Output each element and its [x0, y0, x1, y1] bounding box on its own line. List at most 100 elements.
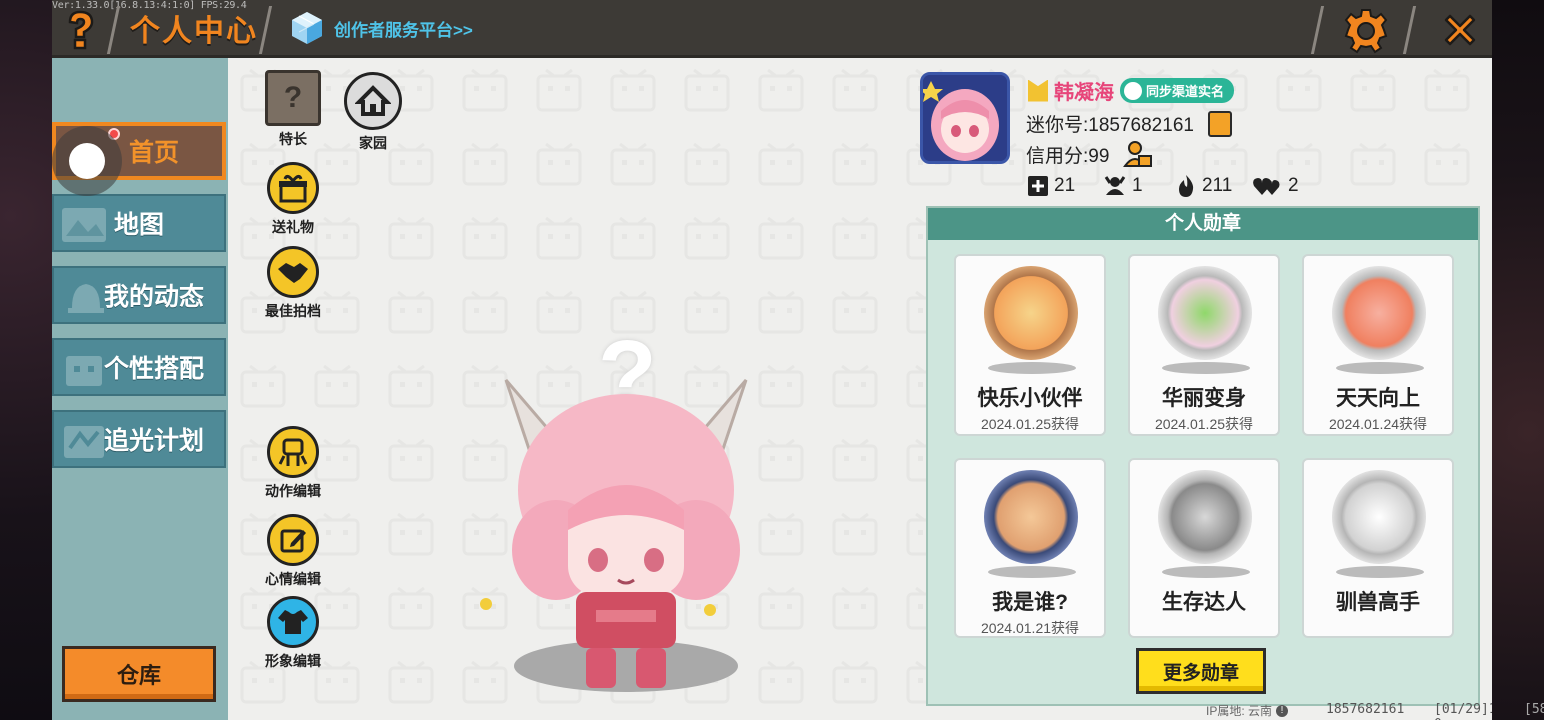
medal-name: 驯兽高手 [1336, 591, 1420, 614]
help-button[interactable] [58, 8, 102, 52]
best-partner-label: 最佳拍档 [265, 303, 321, 319]
plus-icon [1028, 176, 1048, 196]
mini-id-row: 迷你号:1857682161 [1026, 110, 1232, 137]
credit-person-icon[interactable] [1123, 140, 1153, 168]
medal-card[interactable]: 快乐小伙伴 2024.01.25获得 [954, 254, 1106, 436]
top-bar: Ver:1.33.0[16.8.13:4:1:0] FPS:29.4 个人中心 … [52, 0, 1492, 58]
bear-friends-medal-icon [984, 266, 1078, 360]
clothing-icon [267, 596, 319, 648]
stat-value: 21 [1054, 175, 1076, 196]
fan-icon [1104, 176, 1126, 195]
map-icon [62, 208, 106, 242]
character-sprite [480, 379, 748, 688]
sidebar-item-outfit[interactable]: 个性搭配 [52, 338, 226, 396]
calendar-medal-icon [1332, 266, 1426, 360]
stat-value: 2 [1287, 175, 1299, 196]
warehouse-label: 仓库 [116, 663, 161, 688]
page-title: 个人中心 [130, 15, 258, 48]
character-model[interactable]: ? [476, 320, 776, 696]
sidebar-item-label: 我的动态 [103, 283, 204, 311]
flame-icon [1178, 175, 1194, 197]
header-divider [106, 6, 121, 54]
gift-button[interactable]: 送礼物 [258, 162, 328, 237]
more-medals-button[interactable]: 更多勋章 [1136, 648, 1266, 694]
medal-card[interactable]: 驯兽高手 [1302, 458, 1454, 638]
medal-card[interactable]: 我是谁? 2024.01.21获得 [954, 458, 1106, 638]
header-divider [258, 6, 273, 54]
best-partner-button[interactable]: 最佳拍档 [258, 246, 328, 321]
action-edit-button[interactable]: 动作编辑 [258, 426, 328, 501]
medal-shadow [1162, 566, 1250, 578]
handshake-icon [267, 246, 319, 298]
avatar[interactable] [920, 72, 1010, 164]
medal-name: 生存达人 [1162, 591, 1246, 614]
footer-datetime: [01/29]13:04 0 [1434, 702, 1492, 720]
question-box-icon: ? [265, 70, 321, 126]
stat-friends: 2 [1252, 174, 1328, 198]
id-card-medal-icon [984, 470, 1078, 564]
avatar-portrait [923, 75, 1007, 161]
avatar-edit-button[interactable]: 形象编辑 [258, 596, 328, 671]
medal-name: 快乐小伙伴 [977, 387, 1083, 410]
settings-button[interactable] [1342, 6, 1390, 54]
medal-card[interactable]: 华丽变身 2024.01.25获得 [1128, 254, 1280, 436]
dino-costume-medal-icon [1158, 266, 1252, 360]
mini-id: 迷你号:1857682161 [1026, 115, 1194, 136]
header-divider [1402, 6, 1417, 54]
realname-sync-badge[interactable]: 同步渠道实名 [1120, 78, 1235, 103]
medal-name: 天天向上 [1336, 387, 1420, 410]
stat-value: 1 [1132, 175, 1143, 196]
info-icon[interactable]: ! [1276, 704, 1289, 717]
sidebar-item-label: 个性搭配 [103, 355, 204, 383]
cube-icon [292, 12, 322, 44]
ip-location: IP属地: 云南 ! [1206, 702, 1289, 719]
gear-icon [1344, 9, 1388, 54]
sidebar-item-map[interactable]: 地图 [52, 194, 226, 252]
edit-pencil-icon [267, 514, 319, 566]
sidebar-item-label: 追光计划 [103, 427, 204, 455]
background-left [0, 0, 52, 720]
medal-shadow [988, 566, 1076, 578]
mood-edit-label: 心情编辑 [265, 571, 321, 587]
medal-card[interactable]: 生存达人 [1128, 458, 1280, 638]
gift-icon [267, 162, 319, 214]
medal-date: 2024.01.25获得 [1154, 416, 1254, 432]
touch-indicator [52, 126, 122, 196]
plan-icon [64, 426, 104, 458]
stat-popularity: 211 [1176, 174, 1252, 198]
mood-edit-button[interactable]: 心情编辑 [258, 514, 328, 589]
close-x-icon [1444, 14, 1476, 46]
hearts-icon [1253, 178, 1280, 195]
medal-shadow [988, 362, 1076, 374]
home-garden-label: 家园 [359, 135, 387, 151]
medal-name: 我是谁? [992, 591, 1068, 614]
action-icon [267, 426, 319, 478]
avatar-edit-label: 形象编辑 [265, 653, 321, 669]
medal-name: 华丽变身 [1162, 387, 1246, 410]
skill-label: 特长 [279, 131, 307, 147]
outfit-icon [66, 356, 102, 386]
medal-date: 2024.01.25获得 [980, 416, 1080, 432]
bell-icon [68, 284, 104, 313]
realname-sync-label: 同步渠道实名 [1146, 84, 1225, 99]
creator-platform-link[interactable]: 创作者服务平台>> [290, 10, 473, 46]
stat-value: 211 [1201, 175, 1233, 196]
home-garden-button[interactable]: 家园 [338, 72, 408, 153]
personal-center-window: Ver:1.33.0[16.8.13:4:1:0] FPS:29.4 个人中心 … [52, 0, 1492, 720]
credit-row: 信用分:99 [1026, 140, 1153, 168]
footer-extra: [58 [1524, 702, 1544, 717]
header-divider [1310, 6, 1325, 54]
warehouse-button[interactable]: 仓库 [62, 646, 216, 702]
stat-likes: 21 [1028, 174, 1104, 198]
sidebar-item-feed[interactable]: 我的动态 [52, 266, 226, 324]
ip-location-text: IP属地: 云南 [1206, 704, 1273, 718]
medal-shadow [1162, 362, 1250, 374]
horse-medal-icon [1332, 470, 1426, 564]
medal-card[interactable]: 天天向上 2024.01.24获得 [1302, 254, 1454, 436]
sidebar-item-plan[interactable]: 追光计划 [52, 410, 226, 468]
sidebar-item-label: 地图 [113, 211, 164, 239]
copy-id-icon[interactable] [1207, 110, 1232, 137]
more-medals-label: 更多勋章 [1162, 662, 1239, 684]
close-button[interactable] [1434, 6, 1486, 54]
skill-button[interactable]: ? 特长 [258, 70, 328, 149]
